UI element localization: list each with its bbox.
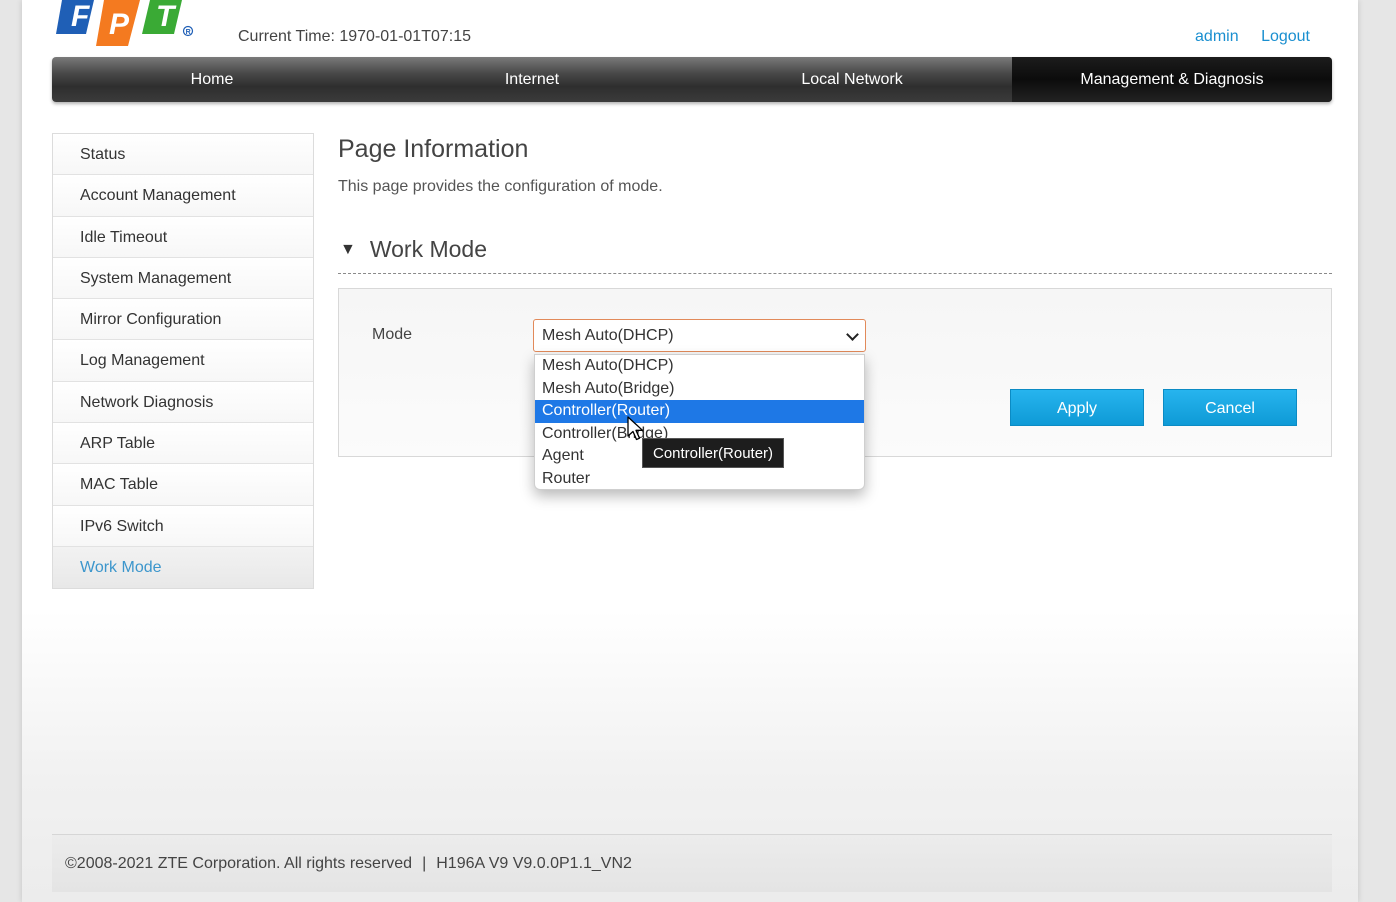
- sidebar-item-idle-timeout[interactable]: Idle Timeout: [53, 216, 313, 258]
- page-container: F P T R Current Time: 1970-01-01T07:15 a…: [22, 0, 1358, 902]
- nav-local-network[interactable]: Local Network: [692, 57, 1012, 102]
- mode-select-value: Mesh Auto(DHCP): [542, 327, 674, 344]
- option-router[interactable]: Router: [535, 468, 864, 491]
- sidebar-item-mac-table[interactable]: MAC Table: [53, 464, 313, 506]
- sidebar-item-account-management[interactable]: Account Management: [53, 175, 313, 217]
- admin-link[interactable]: admin: [1195, 28, 1239, 45]
- option-mesh-auto-dhcp[interactable]: Mesh Auto(DHCP): [535, 355, 864, 378]
- nav-home[interactable]: Home: [52, 57, 372, 102]
- option-mesh-auto-bridge[interactable]: Mesh Auto(Bridge): [535, 378, 864, 401]
- nav-management-diagnosis[interactable]: Management & Diagnosis: [1012, 57, 1332, 102]
- mode-dropdown-list: Mesh Auto(DHCP) Mesh Auto(Bridge) Contro…: [534, 354, 865, 490]
- collapse-triangle-icon: ▼: [340, 240, 356, 258]
- footer: ©2008-2021 ZTE Corporation. All rights r…: [52, 834, 1332, 892]
- fpt-logo: F P T R: [56, 0, 194, 46]
- sidebar-item-status[interactable]: Status: [53, 134, 313, 176]
- section-title: Work Mode: [369, 236, 488, 262]
- logout-link[interactable]: Logout: [1261, 28, 1310, 45]
- page-description: This page provides the configuration of …: [338, 178, 663, 195]
- chevron-down-icon: [846, 328, 859, 341]
- option-tooltip: Controller(Router): [642, 438, 785, 468]
- firmware-version: H196A V9 V9.0.0P1.1_VN2: [436, 855, 632, 872]
- nav-internet[interactable]: Internet: [372, 57, 692, 102]
- sidebar-item-network-diagnosis[interactable]: Network Diagnosis: [53, 381, 313, 424]
- svg-text:R: R: [186, 29, 191, 36]
- page-title: Page Information: [338, 135, 529, 163]
- mouse-pointer-icon: [627, 416, 644, 441]
- sidebar-item-ipv6-switch[interactable]: IPv6 Switch: [53, 505, 313, 547]
- sidebar-item-log-management[interactable]: Log Management: [53, 340, 313, 382]
- copyright-text: ©2008-2021 ZTE Corporation. All rights r…: [65, 855, 413, 872]
- cancel-button[interactable]: Cancel: [1163, 389, 1297, 426]
- sidebar: Status Account Management Idle Timeout S…: [52, 133, 314, 590]
- current-time: Current Time: 1970-01-01T07:15: [238, 28, 472, 45]
- footer-separator: |: [422, 855, 427, 872]
- sidebar-item-mirror-configuration[interactable]: Mirror Configuration: [53, 299, 313, 341]
- svg-text:P: P: [109, 8, 130, 41]
- sidebar-item-work-mode[interactable]: Work Mode: [53, 546, 313, 589]
- work-mode-section-toggle[interactable]: ▼ Work Mode: [338, 236, 487, 263]
- sidebar-item-arp-table[interactable]: ARP Table: [53, 423, 313, 465]
- mode-select[interactable]: Mesh Auto(DHCP): [533, 319, 866, 352]
- mode-label: Mode: [372, 326, 413, 343]
- section-divider: [338, 273, 1332, 274]
- apply-button[interactable]: Apply: [1010, 389, 1144, 426]
- svg-text:F: F: [71, 0, 90, 33]
- user-links: admin Logout: [1177, 28, 1310, 46]
- sidebar-item-system-management[interactable]: System Management: [53, 257, 313, 300]
- option-controller-router[interactable]: Controller(Router): [535, 400, 864, 423]
- main-nav: Home Internet Local Network Management &…: [52, 57, 1332, 102]
- svg-text:T: T: [156, 0, 177, 33]
